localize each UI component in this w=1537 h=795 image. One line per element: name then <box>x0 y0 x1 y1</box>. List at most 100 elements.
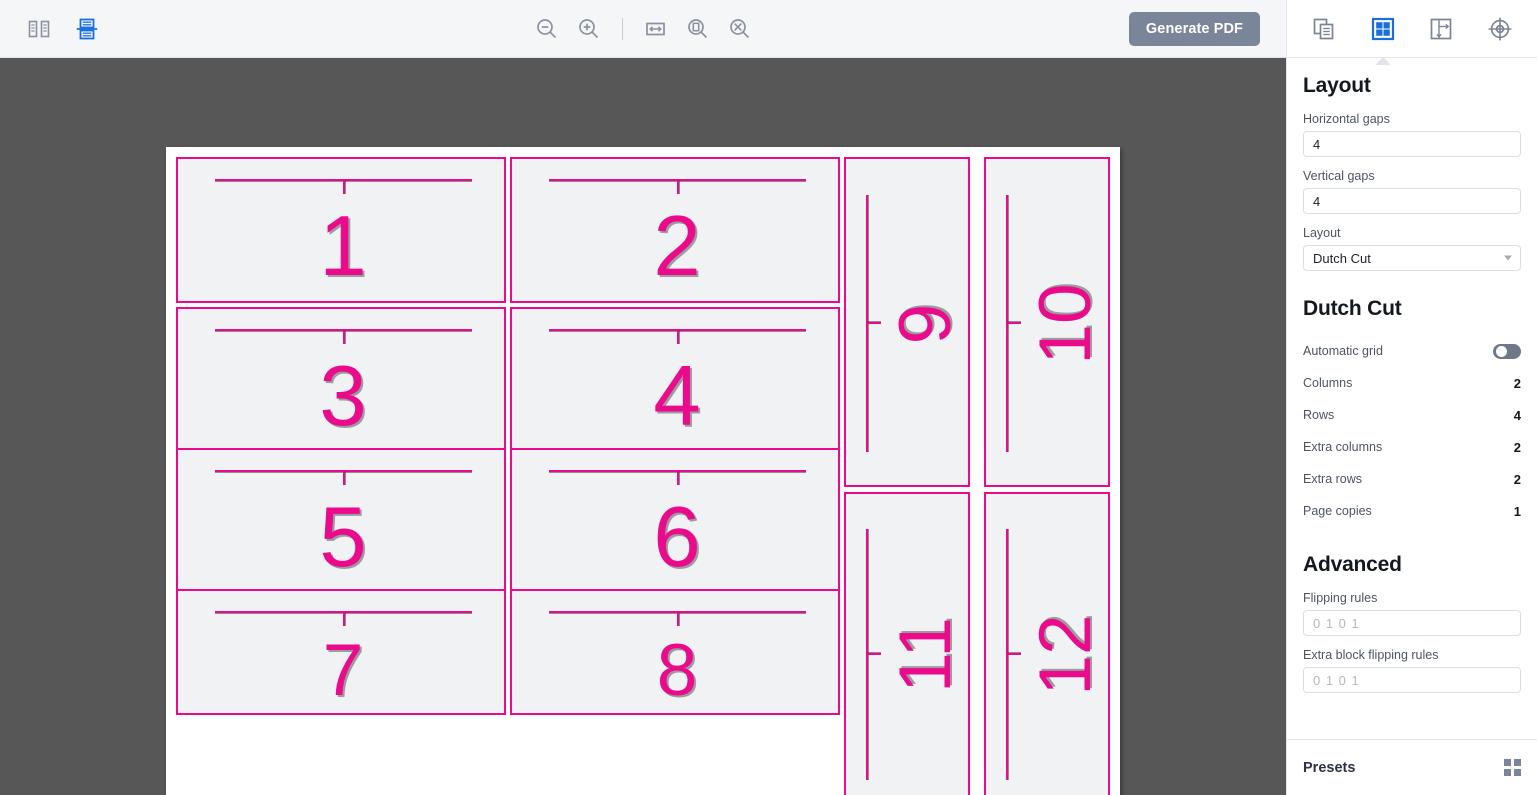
property-value[interactable]: 2 <box>1514 376 1521 391</box>
center-tick-mark <box>1007 653 1021 655</box>
property-row: Page copies 1 <box>1303 495 1521 527</box>
property-value[interactable]: 2 <box>1514 472 1521 487</box>
page-card-content: 2 <box>512 159 838 301</box>
center-tick-mark <box>343 180 345 194</box>
page-card[interactable]: 5 <box>176 448 506 594</box>
canvas-viewport[interactable]: 123456789101112 1 <box>0 58 1286 795</box>
page-number: 7 <box>322 629 364 711</box>
center-tick-mark <box>1007 322 1021 324</box>
page-card[interactable]: 3 <box>176 307 506 453</box>
toolbar-right-group: Generate PDF <box>1128 11 1286 46</box>
panel-tab-bar <box>1287 0 1537 58</box>
extra-block-flipping-rules-label: Extra block flipping rules <box>1303 648 1439 662</box>
grid-icon[interactable] <box>1504 759 1521 776</box>
page-number: 2 <box>653 198 701 294</box>
vertical-gaps-label: Vertical gaps <box>1303 169 1375 183</box>
layout-select-wrap: Dutch Cut <box>1303 245 1521 271</box>
page-card-content: 12 <box>986 494 1108 795</box>
generate-pdf-button[interactable]: Generate PDF <box>1128 11 1260 46</box>
page-number: 11 <box>884 617 966 693</box>
dutch-cut-property-list: Automatic grid Columns 2 Rows 4 Extra columns… <box>1303 335 1521 527</box>
property-row: Extra rows 2 <box>1303 463 1521 495</box>
center-tick-mark <box>343 471 345 485</box>
page-card[interactable]: 6 <box>510 448 840 594</box>
two-page-view-icon[interactable] <box>24 14 54 44</box>
tab-marks[interactable] <box>1421 9 1461 49</box>
toolbar-divider <box>621 17 623 40</box>
page-card[interactable]: 7 <box>176 589 506 715</box>
page-number: 4 <box>653 348 701 444</box>
imposition-save-icon[interactable] <box>72 14 102 44</box>
horizontal-gaps-label: Horizontal gaps <box>1303 112 1390 126</box>
page-card-content: 6 <box>512 450 838 592</box>
property-label: Extra columns <box>1303 440 1383 454</box>
page-number: 10 <box>1024 283 1106 365</box>
page-card[interactable]: 2 <box>510 157 840 303</box>
page-card-content: 11 <box>846 494 968 795</box>
layout-select-label: Layout <box>1303 226 1341 240</box>
center-tick-mark <box>343 612 345 626</box>
property-value[interactable]: 4 <box>1514 408 1521 423</box>
property-value[interactable]: 2 <box>1514 440 1521 455</box>
layout-select[interactable]: Dutch Cut <box>1303 245 1521 271</box>
page-card[interactable]: 4 <box>510 307 840 453</box>
page-number: 3 <box>319 348 367 444</box>
center-tick-mark <box>867 322 881 324</box>
zoom-in-icon[interactable] <box>574 14 604 44</box>
toolbar-zoom-group <box>0 14 1286 44</box>
page-number: 1 <box>319 198 367 294</box>
layout-section-title: Layout <box>1303 74 1371 97</box>
imposition-sheet[interactable]: 1 2 3 4 5 6 7 8 9 10 11 12 <box>166 147 1120 795</box>
flipping-rules-label: Flipping rules <box>1303 591 1378 605</box>
page-number: 5 <box>319 489 367 585</box>
fit-width-icon[interactable] <box>641 14 671 44</box>
extra-block-flipping-rules-input[interactable] <box>1303 667 1521 693</box>
page-card[interactable]: 10 <box>984 157 1110 487</box>
property-label: Rows <box>1303 408 1335 422</box>
app-root: Generate PDF 123456789101112 1 <box>0 0 1537 795</box>
automatic-grid-toggle[interactable] <box>1493 343 1521 359</box>
property-row: Automatic grid <box>1303 335 1521 367</box>
property-label: Page copies <box>1303 504 1372 518</box>
presets-label: Presets <box>1303 759 1356 776</box>
page-card[interactable]: 12 <box>984 492 1110 795</box>
page-card-content: 3 <box>178 309 504 451</box>
property-row: Rows 4 <box>1303 399 1521 431</box>
main-area: Generate PDF 123456789101112 1 <box>0 0 1286 795</box>
tab-registration[interactable] <box>1480 9 1520 49</box>
toolbar-left-group <box>0 14 102 44</box>
page-card[interactable]: 8 <box>510 589 840 715</box>
property-row: Columns 2 <box>1303 367 1521 399</box>
page-card[interactable]: 11 <box>844 492 970 795</box>
page-card-content: 10 <box>986 159 1108 485</box>
tab-pages[interactable] <box>1304 9 1344 49</box>
page-number: 9 <box>884 303 966 345</box>
page-number: 8 <box>656 629 698 711</box>
dutch-cut-section-title: Dutch Cut <box>1303 297 1402 320</box>
center-tick-mark <box>677 612 679 626</box>
flipping-rules-input[interactable] <box>1303 610 1521 636</box>
page-card[interactable]: 9 <box>844 157 970 487</box>
fit-page-icon[interactable] <box>683 14 713 44</box>
zoom-out-icon[interactable] <box>532 14 562 44</box>
horizontal-gaps-input[interactable] <box>1303 131 1521 157</box>
page-card-content: 8 <box>512 591 838 713</box>
page-number: 6 <box>653 489 701 585</box>
panel-body: Layout Horizontal gaps Vertical gaps Lay… <box>1287 58 1537 739</box>
center-tick-mark <box>343 330 345 344</box>
page-card-content: 9 <box>846 159 968 485</box>
property-row: Extra columns 2 <box>1303 431 1521 463</box>
zoom-reset-icon[interactable] <box>725 14 755 44</box>
property-value[interactable]: 1 <box>1514 504 1521 519</box>
tab-layout[interactable] <box>1363 9 1403 49</box>
top-toolbar: Generate PDF <box>0 0 1286 58</box>
toggle-knob <box>1495 345 1507 357</box>
property-label: Columns <box>1303 376 1353 390</box>
presets-footer[interactable]: Presets <box>1287 739 1537 795</box>
center-tick-mark <box>677 180 679 194</box>
vertical-gaps-input[interactable] <box>1303 188 1521 214</box>
page-card[interactable]: 1 <box>176 157 506 303</box>
advanced-section-title: Advanced <box>1303 553 1402 576</box>
page-card-content: 4 <box>512 309 838 451</box>
center-tick-mark <box>867 653 881 655</box>
